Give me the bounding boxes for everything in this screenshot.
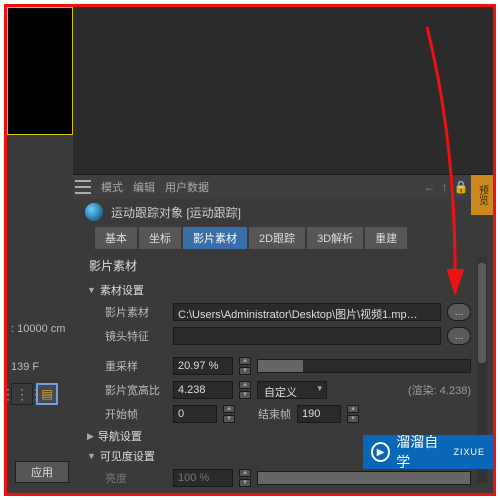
end-frame-label: 结束帧 (241, 406, 291, 422)
aspect-label: 影片宽高比 (105, 382, 167, 398)
preview-tab[interactable]: 预览 (471, 175, 493, 215)
viewport-main[interactable] (73, 7, 493, 175)
watermark-brand: 溜溜自学 (396, 432, 449, 472)
row-resample: 重采样 20.97 % ▴▾ (85, 354, 475, 378)
left-info: : 10000 cm 139 F ⋮⋮⋮ ▤ (7, 317, 77, 409)
start-frame-label: 开始帧 (105, 406, 167, 422)
triangle-right-icon: ▶ (87, 431, 94, 442)
triangle-down-icon: ▼ (87, 451, 96, 461)
arrow-up-icon[interactable]: ↑ (442, 180, 448, 194)
render-aspect-text: (渲染: 4.238) (408, 382, 471, 398)
end-frame-field[interactable]: 190 (297, 405, 341, 423)
tab-3d-solve[interactable]: 3D解析 (307, 227, 363, 249)
brightness-spinner: ▴▾ (239, 469, 251, 487)
menu-userdata[interactable]: 用户数据 (165, 179, 209, 195)
brightness-label: 亮度 (105, 470, 167, 486)
distance-readout: : 10000 cm (7, 317, 77, 341)
arrow-left-icon[interactable]: ← (424, 180, 436, 194)
triangle-down-icon: ▼ (87, 285, 96, 295)
aspect-field[interactable]: 4.238 (173, 381, 233, 399)
frame-readout: 139 F (7, 355, 77, 379)
brightness-field: 100 % (173, 469, 233, 487)
tab-footage[interactable]: 影片素材 (183, 227, 247, 249)
row-footage-path: 影片素材 C:\Users\Administrator\Desktop\图片\视… (85, 300, 475, 324)
row-lens: 镜头特征 ... (85, 324, 475, 348)
watermark: ▶ 溜溜自学 ZIXUE (363, 435, 493, 469)
tab-basic[interactable]: 基本 (95, 227, 137, 249)
tab-coord[interactable]: 坐标 (139, 227, 181, 249)
menu-mode[interactable]: 模式 (101, 179, 123, 195)
section-nav-label: 导航设置 (98, 428, 142, 444)
resample-label: 重采样 (105, 358, 167, 374)
object-header: 运动跟踪对象 [运动跟踪] (85, 203, 241, 221)
browse-lens-button[interactable]: ... (447, 327, 471, 345)
aspect-spinner[interactable]: ▴▾ (239, 381, 251, 399)
menu-icon[interactable] (75, 180, 91, 194)
panel-title: 影片素材 (85, 253, 475, 280)
lens-field[interactable] (173, 327, 441, 345)
resample-spinner[interactable]: ▴▾ (239, 357, 251, 375)
attribute-toolbar: 模式 编辑 用户数据 ← ↑ 🔒 ◉ (73, 175, 487, 199)
row-aspect: 影片宽高比 4.238 ▴▾ 自定义 (渲染: 4.238) (85, 378, 475, 402)
row-frame-range: 开始帧 0 ▴▾ 结束帧 190 ▴▾ (85, 402, 475, 426)
object-title: 运动跟踪对象 [运动跟踪] (111, 204, 241, 221)
viewport-thumbnail (7, 7, 73, 135)
lens-label: 镜头特征 (105, 328, 167, 344)
menu-edit[interactable]: 编辑 (133, 179, 155, 195)
tab-2d-track[interactable]: 2D跟踪 (249, 227, 305, 249)
play-icon: ▶ (371, 442, 390, 462)
watermark-sub: ZIXUE (453, 447, 485, 457)
browse-footage-button[interactable]: ... (447, 303, 471, 321)
attribute-tabs: 基本 坐标 影片素材 2D跟踪 3D解析 重建 (95, 227, 407, 249)
end-frame-spinner[interactable]: ▴▾ (347, 405, 359, 423)
motion-tracker-icon (85, 203, 103, 221)
section-visibility-label: 可见度设置 (100, 448, 155, 464)
resample-slider[interactable] (257, 359, 471, 373)
start-frame-spinner[interactable]: ▴▾ (223, 405, 235, 423)
aspect-mode-select[interactable]: 自定义 (257, 381, 327, 399)
brightness-slider (257, 471, 471, 485)
section-material-settings[interactable]: ▼ 素材设置 (85, 280, 475, 300)
section-material-label: 素材设置 (100, 282, 144, 298)
footage-label: 影片素材 (105, 304, 167, 320)
lock-icon[interactable]: 🔒 (454, 180, 469, 194)
film-view-button[interactable]: ▤ (36, 383, 58, 405)
resample-field[interactable]: 20.97 % (173, 357, 233, 375)
start-frame-field[interactable]: 0 (173, 405, 217, 423)
apply-button[interactable]: 应用 (15, 461, 69, 483)
footage-path-field[interactable]: C:\Users\Administrator\Desktop\图片\视频1.mp… (173, 303, 441, 321)
grid-view-button[interactable]: ⋮⋮⋮ (11, 383, 33, 405)
tab-reconstruct[interactable]: 重建 (365, 227, 407, 249)
